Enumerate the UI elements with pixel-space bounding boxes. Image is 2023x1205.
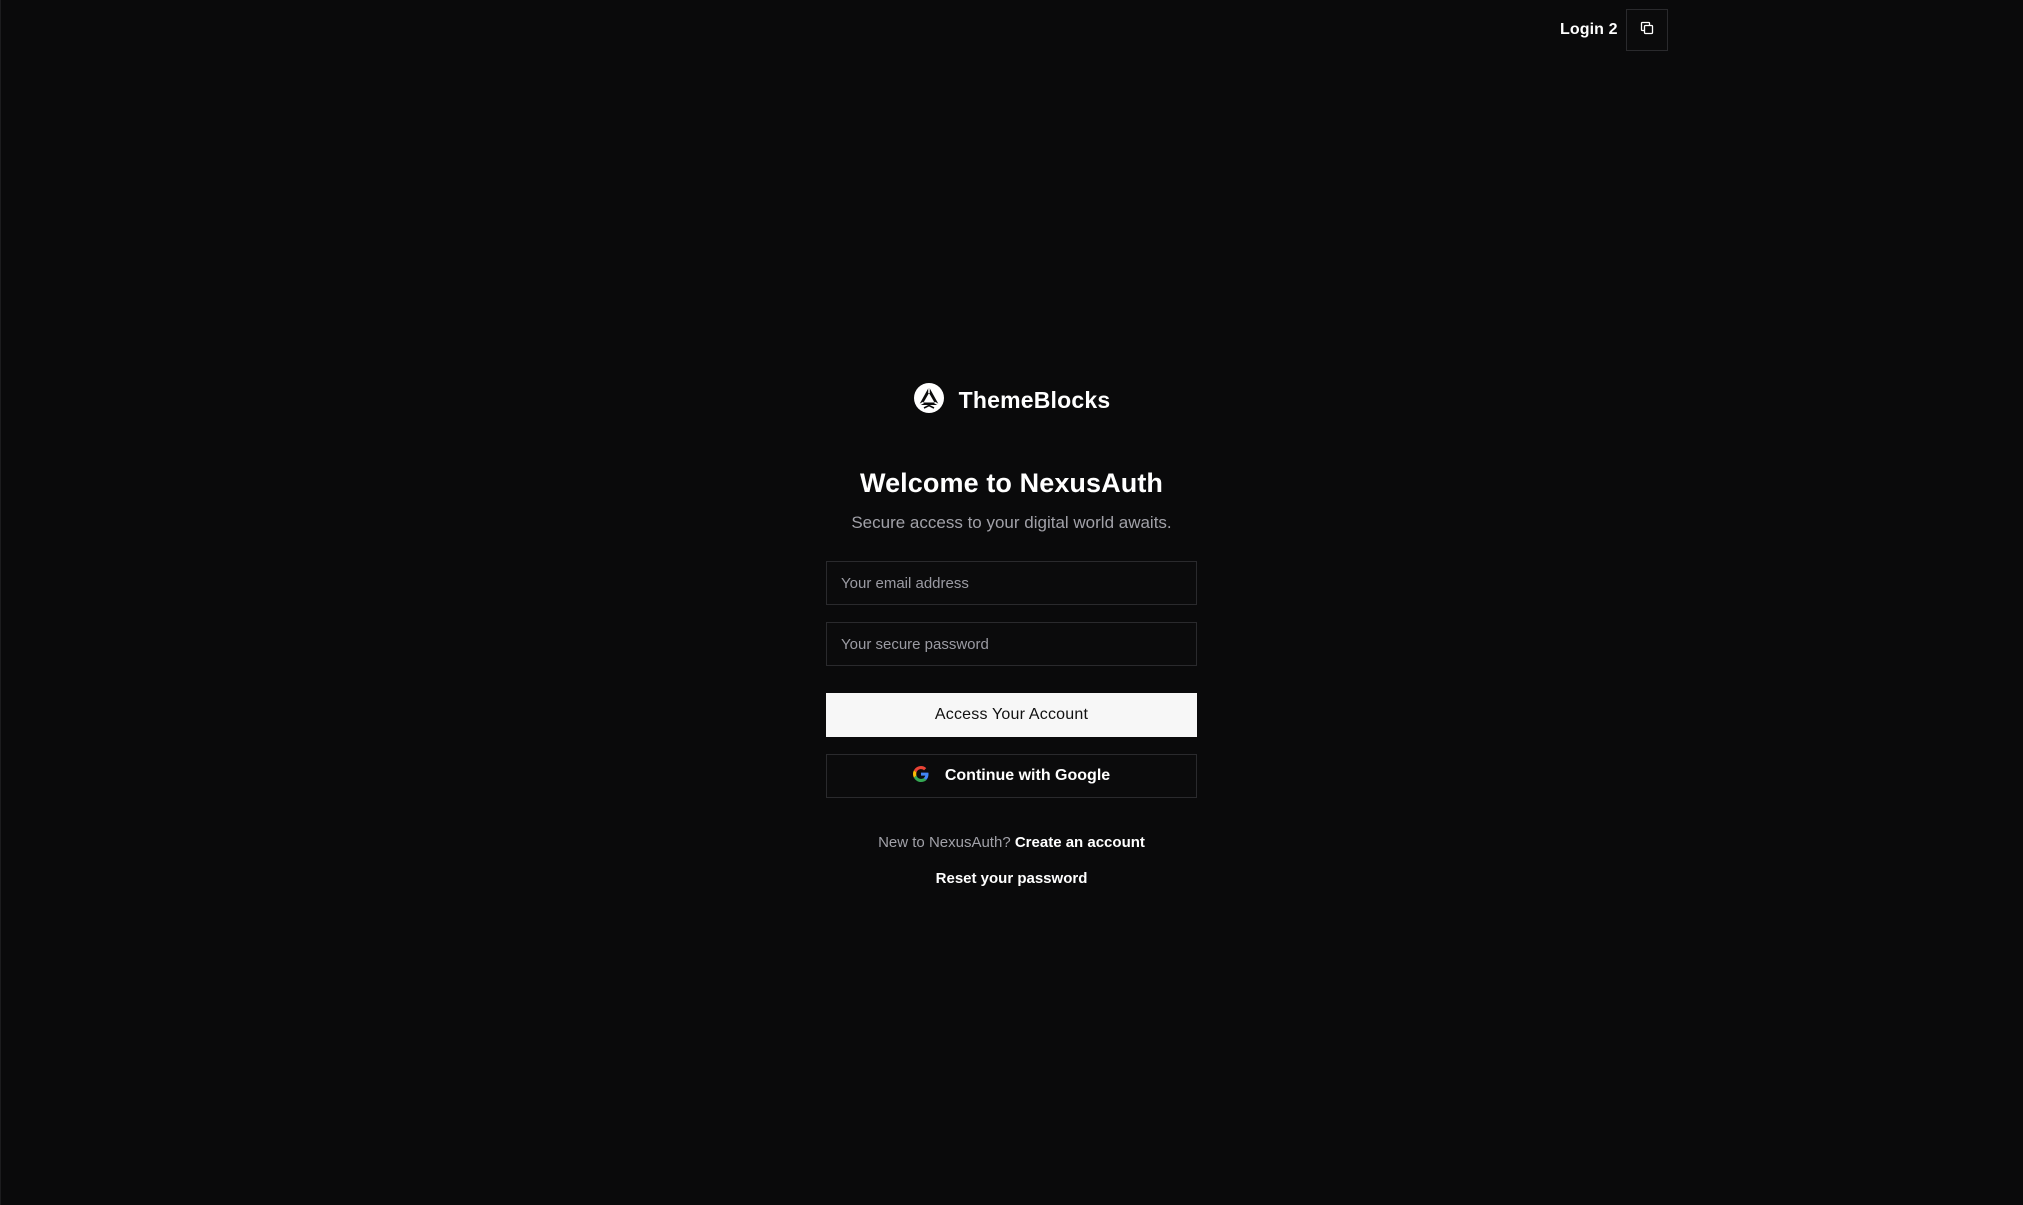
google-login-label: Continue with Google: [944, 767, 1111, 784]
page-label: Login 2: [1560, 21, 1618, 38]
google-icon: [912, 765, 929, 787]
brand-name: ThemeBlocks: [958, 386, 1111, 413]
page-edge: [0, 0, 1, 1205]
password-field[interactable]: [826, 622, 1197, 666]
access-account-button[interactable]: Access Your Account: [826, 693, 1197, 737]
triangle-logo-icon: [913, 382, 945, 419]
signup-prompt: New to NexusAuth?: [878, 834, 1011, 851]
copy-icon: [1639, 20, 1655, 41]
signup-line: New to NexusAuth? Create an account: [878, 834, 1145, 851]
google-login-button[interactable]: Continue with Google: [826, 754, 1197, 798]
copy-button[interactable]: [1625, 9, 1668, 51]
login-card: ThemeBlocks Welcome to NexusAuth Secure …: [826, 380, 1197, 887]
reset-password-link[interactable]: Reset your password: [936, 870, 1088, 887]
page-subtitle: Secure access to your digital world awai…: [851, 513, 1172, 532]
email-field[interactable]: [826, 561, 1197, 605]
top-bar: Login 2: [1560, 8, 1668, 52]
create-account-link[interactable]: Create an account: [1015, 834, 1145, 851]
brand: ThemeBlocks: [913, 380, 1111, 420]
page-title: Welcome to NexusAuth: [859, 468, 1164, 498]
